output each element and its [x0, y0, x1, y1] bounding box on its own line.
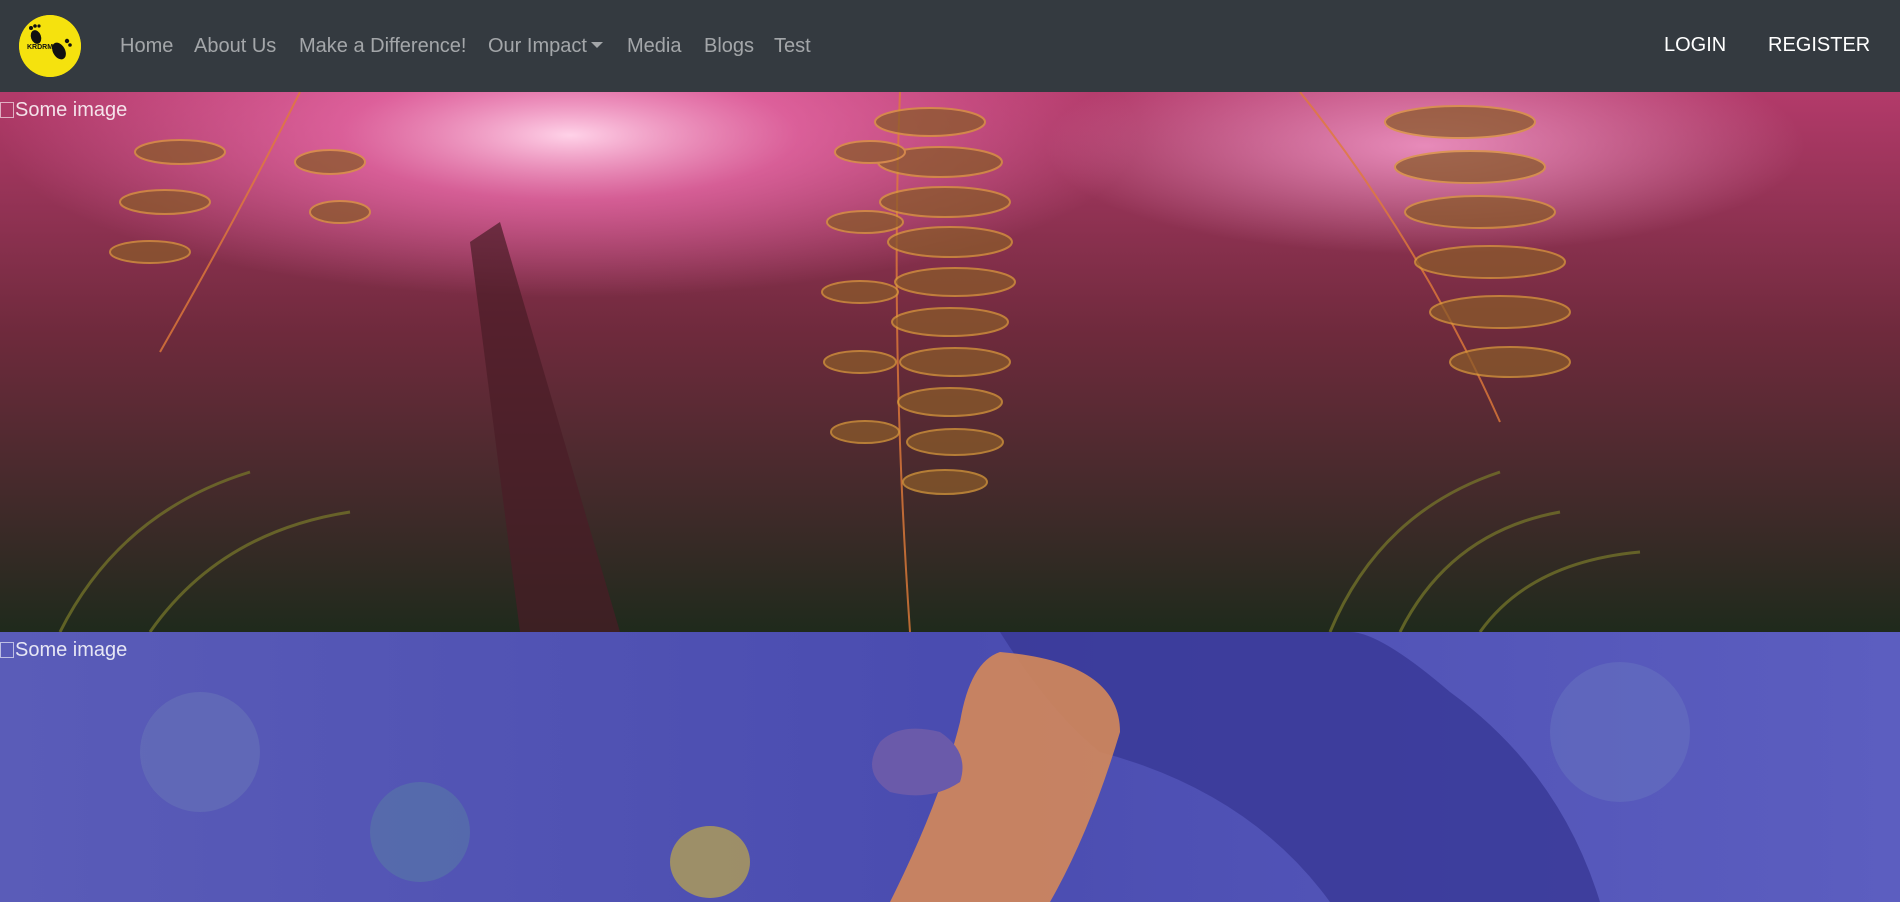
register-link[interactable]: REGISTER: [1768, 32, 1870, 58]
top-navbar: KRDRM Home About Us Make a Difference! O…: [0, 0, 1900, 92]
nav-blogs[interactable]: Blogs: [704, 33, 754, 59]
nav-make-a-difference[interactable]: Make a Difference!: [299, 33, 467, 59]
nav-home[interactable]: Home: [120, 33, 173, 59]
broken-image-alt: Some image: [0, 638, 127, 662]
image-alt-text: Some image: [15, 639, 128, 661]
broken-image-icon: [0, 642, 14, 658]
hero-image-ferns: Some image: [0, 92, 1900, 632]
broken-image-alt: Some image: [0, 98, 127, 122]
brand-logo[interactable]: KRDRM: [19, 15, 81, 77]
footprint-logo-icon: KRDRM: [19, 15, 81, 77]
caret-down-icon: [590, 42, 603, 48]
nav-about-us[interactable]: About Us: [194, 33, 276, 59]
login-link[interactable]: LOGIN: [1664, 32, 1726, 58]
nav-test[interactable]: Test: [774, 33, 811, 59]
nav-media[interactable]: Media: [627, 33, 681, 59]
ferns-sunset-picture: [0, 92, 1900, 632]
nav-our-impact-dropdown[interactable]: Our Impact: [488, 33, 603, 59]
logo-text: KRDRM: [27, 44, 53, 51]
image-alt-text: Some image: [15, 99, 128, 121]
broken-image-icon: [0, 102, 14, 118]
hero-image-monkey: Some image: [0, 632, 1900, 902]
nav-our-impact-label: Our Impact: [488, 35, 587, 57]
monkey-eating-fruit-picture: [0, 632, 1900, 902]
